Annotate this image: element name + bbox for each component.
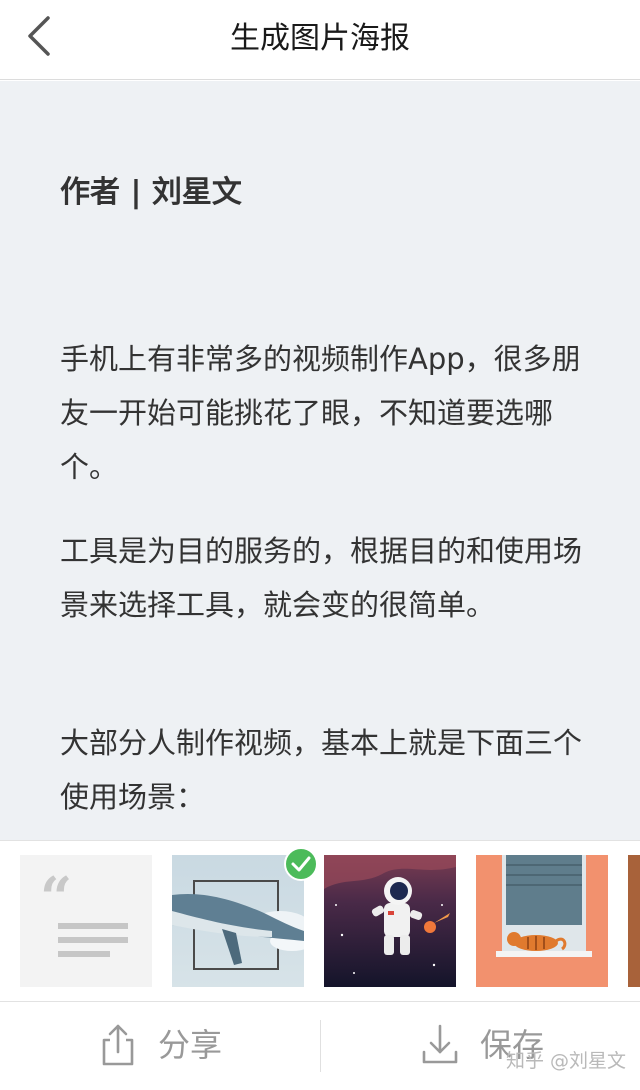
watermark: 知乎 @刘星文 <box>506 1050 627 1072</box>
astronaut-illustration <box>324 855 456 987</box>
paragraph-1: 手机上有非常多的视频制作App，很多朋友一开始可能挑花了眼，不知道要选哪个。 <box>60 342 581 484</box>
paragraph-2: 工具是为目的服务的，根据目的和使用场景来选择工具，就会变的很简单。 <box>60 534 583 622</box>
share-icon <box>102 1024 134 1066</box>
svg-text:“: “ <box>40 865 72 931</box>
paragraph-3: 大部分人制作视频，基本上就是下面三个使用场景： <box>60 726 583 814</box>
action-bar: 分享 保存 <box>0 1001 640 1089</box>
author-line: 作者 | 刘星文 <box>60 175 242 210</box>
theme-picker: “ <box>0 840 640 1001</box>
page-title: 生成图片海报 <box>230 21 410 56</box>
nav-bar: 生成图片海报 <box>0 0 640 80</box>
poster-preview: 作者 | 刘星文 手机上有非常多的视频制作App，很多朋友一开始可能挑花了眼，不… <box>0 81 640 840</box>
quote-icon: “ <box>40 865 128 957</box>
theme-quote[interactable]: “ <box>20 855 152 987</box>
theme-astronaut[interactable] <box>324 855 456 987</box>
download-icon <box>422 1024 458 1064</box>
cat-window-illustration <box>476 855 608 987</box>
share-label: 分享 <box>158 1026 223 1064</box>
share-button[interactable]: 分享 <box>0 1002 320 1090</box>
check-icon <box>284 847 318 881</box>
theme-partial[interactable] <box>628 855 640 987</box>
theme-cat-window[interactable] <box>476 855 608 987</box>
